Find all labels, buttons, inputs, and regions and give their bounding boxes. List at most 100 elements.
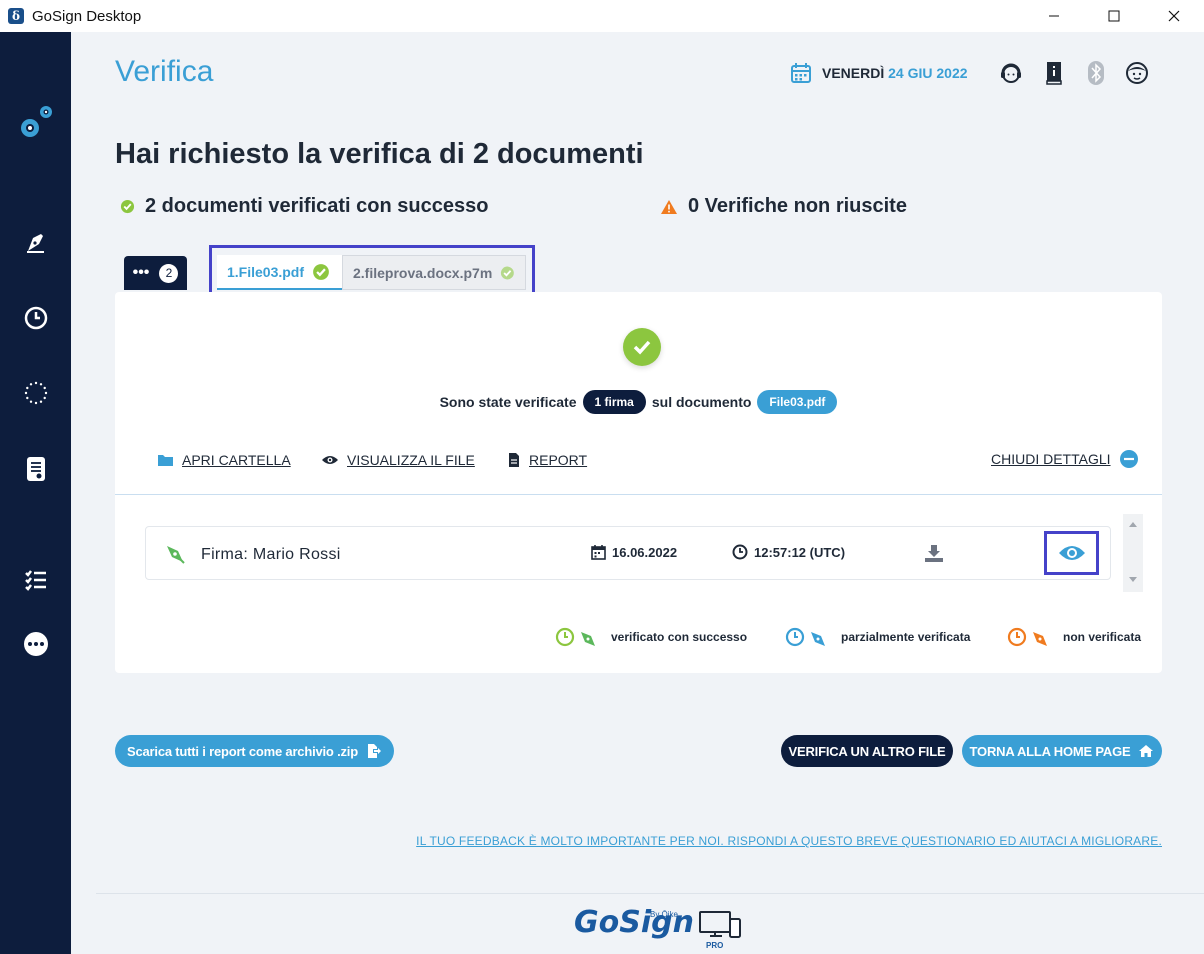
scroll-down-arrow-icon[interactable]: [1128, 576, 1138, 584]
download-icon: [925, 545, 943, 562]
download-zip-button[interactable]: Scarica tutti i report come archivio .zi…: [115, 735, 394, 767]
tab-file-1-label: 1.File03.pdf: [227, 263, 305, 280]
legend-partial: parzialmente verificata: [785, 626, 970, 648]
feedback-survey-link[interactable]: IL TUO FEEDBACK È MOLTO IMPORTANTE PER N…: [416, 834, 1162, 848]
eye-icon: [1058, 546, 1085, 560]
overflow-dots-icon: •••: [132, 264, 150, 281]
tabs-overflow-button[interactable]: ••• 2: [124, 256, 187, 290]
view-signature-button[interactable]: [1044, 531, 1099, 575]
minimize-button[interactable]: [1024, 0, 1084, 32]
close-details-link[interactable]: CHIUDI DETTAGLI: [991, 449, 1139, 469]
verified-success-icon: [555, 627, 595, 647]
scroll-up-arrow-icon[interactable]: [1128, 520, 1138, 528]
success-check-icon: [120, 199, 135, 214]
guide-button[interactable]: [1041, 60, 1067, 86]
home-icon: [1139, 745, 1154, 757]
legend-success-label: verificato con successo: [611, 630, 748, 644]
verify-another-label: VERIFICA UN ALTRO FILE: [788, 743, 946, 759]
check-icon: [633, 340, 651, 355]
view-file-label: VISUALIZZA IL FILE: [347, 452, 475, 468]
close-icon: [1168, 10, 1180, 22]
collapse-minus-icon: [1119, 450, 1138, 468]
sidebar-item-history[interactable]: [0, 305, 71, 331]
maximize-icon: [1108, 10, 1120, 22]
verification-sentence: Sono state verificate 1 firma sul docume…: [115, 390, 1162, 414]
sign-pen-icon: [26, 234, 44, 253]
tab-file-2[interactable]: 2.fileprova.docx.p7m: [342, 255, 526, 290]
legend-failed-label: non verificata: [1063, 630, 1142, 644]
signature-time: 12:57:12 (UTC): [732, 544, 845, 560]
settings-gears-icon: [20, 106, 52, 137]
checklist-icon: [24, 570, 46, 591]
view-file-link[interactable]: VISUALIZZA IL FILE: [321, 452, 475, 468]
sidebar: [0, 32, 71, 954]
tabs-count-badge: 2: [159, 263, 179, 283]
document-name-pill: File03.pdf: [757, 390, 838, 414]
verified-prefix: Sono state verificate: [439, 394, 577, 410]
failure-summary: 0 Verifiche non riuscite: [660, 195, 907, 218]
guide-book-icon: [1046, 62, 1062, 85]
logo-edition: PRO: [706, 941, 724, 950]
signature-date-value: 16.06.2022: [612, 544, 678, 560]
signature-row: Firma: Mario Rossi 16.06.2022 12:57:12 (…: [145, 526, 1111, 580]
signatures-count-pill: 1 firma: [582, 390, 646, 414]
download-zip-label: Scarica tutti i report come archivio .zi…: [127, 743, 358, 759]
failure-summary-text: 0 Verifiche non riuscite: [688, 195, 907, 217]
support-button[interactable]: [998, 60, 1024, 86]
download-signature-button[interactable]: [924, 543, 944, 568]
sidebar-item-sign[interactable]: [0, 230, 71, 256]
current-date: VENERDÌ 24 GIU 2022: [790, 62, 968, 84]
back-to-home-button[interactable]: TORNA ALLA HOME PAGE: [962, 735, 1162, 767]
signature-date: 16.06.2022: [591, 544, 677, 560]
support-headset-icon: [1001, 63, 1021, 83]
verification-detail-card: Sono state verificate 1 firma sul docume…: [115, 292, 1162, 673]
tab-success-check-icon: [501, 266, 515, 279]
calendar-icon: [791, 63, 811, 83]
tab-file-1[interactable]: 1.File03.pdf: [217, 255, 342, 290]
user-profile-button[interactable]: [1124, 60, 1150, 86]
legend-success: verificato con successo: [555, 626, 747, 648]
page-title: Verifica: [115, 55, 214, 88]
document-verify-icon: [26, 457, 45, 481]
eye-icon: [322, 456, 338, 464]
bluetooth-button[interactable]: [1083, 60, 1109, 86]
success-summary-text: 2 documenti verificati con successo: [145, 195, 489, 217]
clock-icon: [732, 544, 748, 560]
verify-another-file-button[interactable]: VERIFICA UN ALTRO FILE: [781, 735, 953, 767]
tab-success-check-icon: [313, 263, 329, 280]
signature-list-scrollbar[interactable]: [1123, 514, 1143, 592]
sidebar-item-verify[interactable]: [0, 455, 71, 483]
close-window-button[interactable]: [1144, 0, 1204, 32]
folder-icon: [158, 455, 173, 466]
calendar-icon: [591, 545, 606, 560]
report-document-icon: [509, 453, 519, 467]
maximize-button[interactable]: [1084, 0, 1144, 32]
verified-status-icon: [623, 328, 661, 366]
footer-divider: [96, 893, 1204, 894]
partially-verified-icon: [785, 627, 825, 647]
warning-triangle-icon: [661, 199, 677, 214]
window-titlebar: δ GoSign Desktop: [0, 0, 1204, 32]
legend-failed: non verificata: [1007, 626, 1141, 648]
verification-headline: Hai richiesto la verifica di 2 documenti: [115, 138, 644, 170]
devices-icon: [698, 911, 741, 938]
gosign-pro-logo: GoSign By Ōike PRO: [574, 905, 742, 950]
sidebar-item-settings[interactable]: [0, 100, 71, 144]
app-logo-icon: δ: [8, 8, 24, 24]
sidebar-item-activities[interactable]: [0, 567, 71, 593]
user-avatar-icon: [1126, 62, 1148, 84]
date-value: 24 GIU 2022: [888, 65, 968, 81]
bluetooth-icon: [1088, 61, 1104, 85]
legend-partial-label: parzialmente verificata: [841, 630, 971, 644]
sidebar-item-eu-services[interactable]: [0, 380, 71, 406]
report-link[interactable]: REPORT: [507, 452, 587, 468]
logo-byline: By Ōike: [650, 910, 679, 919]
sidebar-item-more[interactable]: [0, 630, 71, 658]
more-dots-icon: [23, 632, 48, 656]
clock-history-icon: [24, 306, 47, 330]
verified-middle: sul documento: [651, 394, 752, 410]
tab-file-2-label: 2.fileprova.docx.p7m: [353, 264, 493, 281]
date-weekday: VENERDÌ: [822, 65, 885, 81]
open-folder-link[interactable]: APRI CARTELLA: [157, 452, 291, 468]
open-folder-label: APRI CARTELLA: [182, 452, 291, 468]
